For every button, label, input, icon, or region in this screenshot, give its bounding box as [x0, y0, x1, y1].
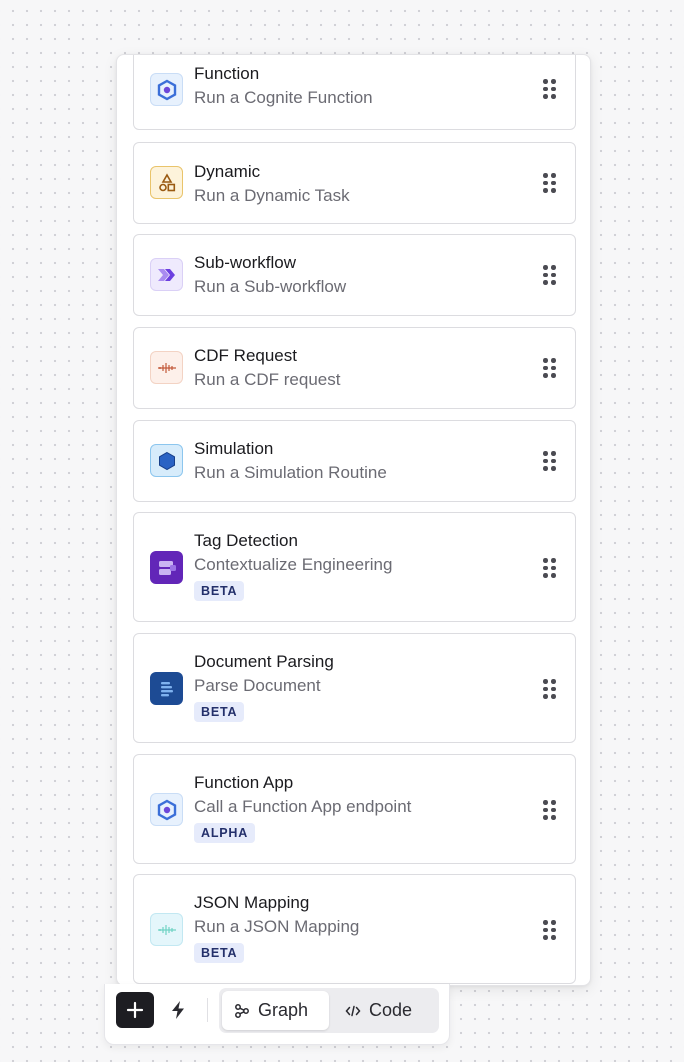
hexagon-icon [150, 444, 183, 477]
task-library-panel: Function Run a Cognite Function Dynamic … [116, 54, 591, 986]
task-card-cdf-request[interactable]: CDF Request Run a CDF request [133, 327, 576, 409]
cognite-function-icon [150, 793, 183, 826]
code-view-label: Code [369, 1000, 413, 1020]
plus-icon [126, 1001, 144, 1019]
task-card-sub-workflow[interactable]: Sub-workflow Run a Sub-workflow [133, 234, 576, 316]
task-title: Simulation [194, 439, 274, 458]
drag-handle-icon[interactable] [543, 358, 556, 378]
task-subtitle: Run a CDF request [194, 370, 341, 389]
waveform-icon [150, 913, 183, 946]
trigger-button[interactable] [162, 992, 194, 1028]
drag-handle-icon[interactable] [543, 265, 556, 285]
add-task-button[interactable] [116, 992, 154, 1028]
drag-handle-icon[interactable] [543, 679, 556, 699]
task-title: Function App [194, 773, 294, 792]
task-subtitle: Run a Cognite Function [194, 88, 373, 107]
task-title: Dynamic [194, 162, 261, 181]
task-title: Function [194, 64, 260, 83]
canvas-toolbar: Graph Code [104, 984, 450, 1045]
task-subtitle: Run a Sub-workflow [194, 277, 347, 296]
waveform-icon [150, 351, 183, 384]
task-subtitle: Run a JSON Mapping [194, 917, 360, 936]
task-title: Sub-workflow [194, 253, 297, 272]
drag-handle-icon[interactable] [543, 79, 556, 99]
task-card-document-parsing[interactable]: Document Parsing Parse Document BETA [133, 633, 576, 743]
tag-detection-icon [150, 551, 183, 584]
drag-handle-icon[interactable] [543, 173, 556, 193]
drag-handle-icon[interactable] [543, 800, 556, 820]
code-icon [345, 1005, 361, 1016]
code-view-button[interactable]: Code [333, 991, 433, 1030]
document-icon [150, 672, 183, 705]
graph-icon [235, 1003, 249, 1018]
task-title: Document Parsing [194, 652, 334, 671]
drag-handle-icon[interactable] [543, 920, 556, 940]
status-badge: BETA [194, 581, 245, 601]
task-card-function-app[interactable]: Function App Call a Function App endpoin… [133, 754, 576, 864]
view-toggle: Graph Code [219, 988, 439, 1033]
task-card-simulation[interactable]: Simulation Run a Simulation Routine [133, 420, 576, 502]
task-card-tag-detection[interactable]: Tag Detection Contextualize Engineering … [133, 512, 576, 622]
task-card-dynamic[interactable]: Dynamic Run a Dynamic Task [133, 142, 576, 224]
task-title: CDF Request [194, 346, 297, 365]
task-subtitle: Run a Dynamic Task [194, 186, 350, 205]
chevrons-right-icon [150, 258, 183, 291]
graph-view-button[interactable]: Graph [222, 991, 329, 1030]
task-card-function[interactable]: Function Run a Cognite Function [133, 55, 576, 130]
drag-handle-icon[interactable] [543, 451, 556, 471]
shapes-icon [150, 166, 183, 199]
graph-view-label: Graph [258, 1000, 309, 1020]
task-subtitle: Parse Document [194, 676, 321, 695]
toolbar-divider [207, 998, 208, 1022]
task-subtitle: Run a Simulation Routine [194, 463, 387, 482]
task-title: JSON Mapping [194, 893, 310, 912]
task-subtitle: Call a Function App endpoint [194, 797, 412, 816]
status-badge: BETA [194, 702, 245, 722]
task-title: Tag Detection [194, 531, 298, 550]
task-card-json-mapping[interactable]: JSON Mapping Run a JSON Mapping BETA [133, 874, 576, 984]
lightning-icon [172, 1001, 184, 1019]
drag-handle-icon[interactable] [543, 558, 556, 578]
cognite-function-icon [150, 73, 183, 106]
task-subtitle: Contextualize Engineering [194, 555, 393, 574]
status-badge: ALPHA [194, 823, 256, 843]
status-badge: BETA [194, 943, 245, 963]
